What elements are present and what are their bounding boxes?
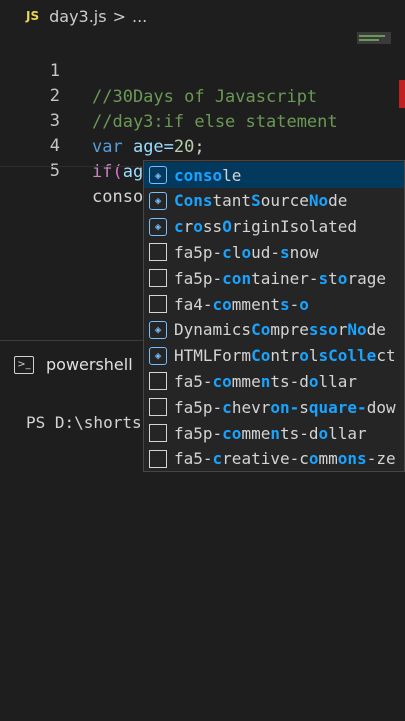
autocomplete-suggestions[interactable]: ◈ console ◈ ConstantSourceNode ◈ crossOrigi… xyxy=(143,160,405,472)
suggestion-label: fa5p-comments-dollar xyxy=(174,423,367,443)
terminal-prompt[interactable]: PS D:\shorts xyxy=(26,413,142,432)
suggestion-item[interactable]: fa4-comments-o xyxy=(144,291,404,317)
suggestion-label: HTMLFormControlsCollect xyxy=(174,346,396,366)
code-line[interactable]: 2 //day3:if else statement xyxy=(0,57,405,132)
suggestion-label: fa5p-cloud-snow xyxy=(174,242,319,262)
variable-icon: ◈ xyxy=(149,320,167,339)
suggestion-item[interactable]: fa5-comments-dollar xyxy=(144,368,404,394)
keyword-if: if xyxy=(92,162,113,182)
variable-icon: ◈ xyxy=(149,217,167,236)
suggestion-label: fa4-comments-o xyxy=(174,294,309,314)
code-line[interactable]: 3 var age=20; xyxy=(0,82,405,157)
terminal-tab-label: powershell xyxy=(46,355,133,374)
suggestion-item[interactable]: fa5p-chevron-square-dow xyxy=(144,394,404,420)
breadcrumb-more[interactable]: ... xyxy=(132,7,147,26)
breadcrumb-file[interactable]: day3.js xyxy=(49,7,106,26)
text-icon xyxy=(149,449,167,468)
suggestion-label: fa5-comments-dollar xyxy=(174,371,358,391)
text-icon xyxy=(149,269,167,288)
suggestion-label: crossOriginIsolated xyxy=(174,217,358,237)
line-number: 5 xyxy=(49,161,60,181)
suggestion-label: console xyxy=(174,165,242,185)
suggestion-item[interactable]: ◈ crossOriginIsolated xyxy=(144,214,404,240)
open-paren: ( xyxy=(112,162,123,182)
breadcrumb: JS day3.js > ... xyxy=(0,0,405,32)
code-line[interactable]: 4 if(age>=18) xyxy=(0,107,405,182)
suggestion-item[interactable]: ◈ HTMLFormControlsCollect xyxy=(144,343,404,369)
suggestion-label: ConstantSourceNode xyxy=(174,191,348,211)
terminal-tab[interactable]: >_ powershell xyxy=(14,355,133,374)
javascript-file-icon: JS xyxy=(26,9,40,23)
suggestion-label: fa5p-container-storage xyxy=(174,268,386,288)
suggestion-label: fa5p-chevron-square-dow xyxy=(174,397,396,417)
typed-text: conso xyxy=(92,187,144,207)
suggestion-item[interactable]: ◈ ConstantSourceNode xyxy=(144,188,404,214)
suggestion-label: fa5-creative-commons-ze xyxy=(174,449,396,469)
breadcrumb-separator: > xyxy=(112,6,126,26)
suggestion-item[interactable]: ◈ console xyxy=(144,162,404,188)
terminal-icon: >_ xyxy=(14,355,34,374)
suggestion-item[interactable]: ◈ DynamicsCompressorNode xyxy=(144,317,404,343)
code-typing: conso xyxy=(92,184,145,210)
text-icon xyxy=(149,243,167,262)
code-line[interactable]: 1 //30Days of Javascript xyxy=(0,32,405,107)
variable-icon: ◈ xyxy=(149,166,167,184)
suggestion-item[interactable]: fa5p-cloud-snow xyxy=(144,239,404,265)
text-icon xyxy=(149,372,167,391)
variable-icon: ◈ xyxy=(149,346,167,365)
suggestion-label: DynamicsCompressorNode xyxy=(174,320,386,340)
suggestion-item[interactable]: fa5p-comments-dollar xyxy=(144,420,404,446)
text-icon xyxy=(149,424,167,442)
suggestion-item[interactable]: fa5-creative-commons-ze xyxy=(144,446,404,471)
code-line[interactable]: 5 conso xyxy=(0,132,405,207)
suggestion-item[interactable]: fa5p-container-storage xyxy=(144,265,404,291)
text-icon xyxy=(149,295,167,313)
variable-icon: ◈ xyxy=(149,191,167,210)
text-icon xyxy=(149,398,167,417)
